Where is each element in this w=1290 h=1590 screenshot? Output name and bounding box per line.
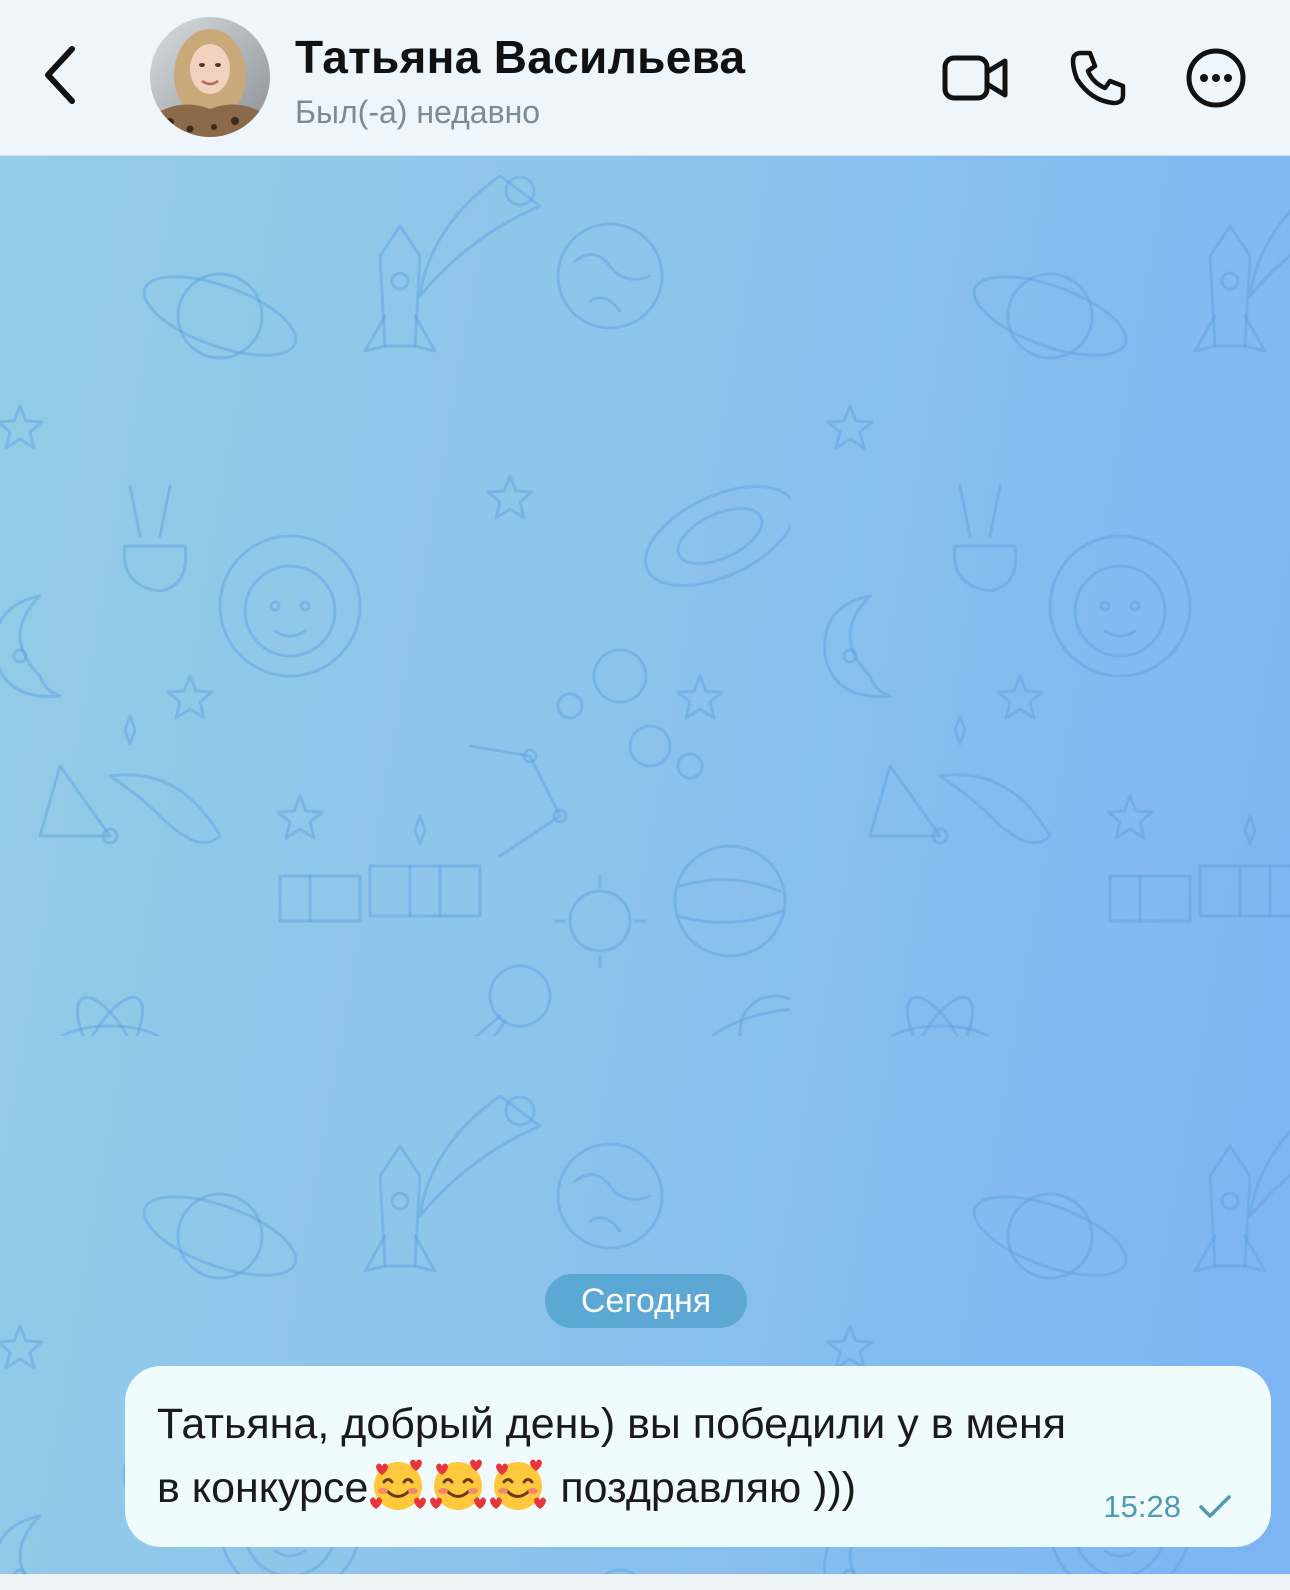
contact-name: Татьяна Васильева	[295, 31, 746, 83]
message-line-1: Татьяна, добрый день) вы победили у в ме…	[157, 1400, 1067, 1448]
message-line-2-suffix: поздравляю )))	[548, 1464, 857, 1512]
smiling-face-with-hearts-icon	[428, 1456, 488, 1512]
contact-status: Был(-а) недавно	[295, 94, 541, 130]
chat-header: Татьяна Васильева Был(-а) недавно	[0, 0, 1290, 156]
video-camera-icon	[942, 55, 1008, 101]
space-doodle-wallpaper	[0, 156, 1290, 1574]
title-block[interactable]: Татьяна Васильева Был(-а) недавно	[295, 30, 745, 131]
checkmark-icon	[1199, 1495, 1231, 1518]
message-line-2-prefix: в конкурсе	[157, 1464, 369, 1512]
voice-call-button[interactable]	[1062, 42, 1134, 114]
avatar[interactable]	[150, 17, 270, 137]
chevron-left-icon	[45, 46, 75, 104]
video-call-button[interactable]	[940, 42, 1012, 114]
message-text: Татьяна, добрый день) вы победили у в ме…	[157, 1392, 1247, 1520]
more-options-button[interactable]	[1180, 42, 1252, 114]
date-separator: Сегодня	[545, 1274, 747, 1328]
message-meta: 15:28	[1103, 1489, 1233, 1525]
chat-area[interactable]: Сегодня Татьяна, добрый день) вы победил…	[0, 156, 1290, 1574]
smiling-face-with-hearts-icon	[368, 1456, 428, 1512]
more-icon	[1186, 48, 1246, 108]
phone-icon	[1070, 50, 1126, 106]
back-button[interactable]	[30, 40, 90, 110]
message-time: 15:28	[1103, 1489, 1181, 1524]
smiling-face-with-hearts-icon	[488, 1456, 548, 1512]
message-bubble[interactable]: Татьяна, добрый день) вы победили у в ме…	[125, 1366, 1271, 1547]
bottom-bar	[0, 1574, 1290, 1590]
avatar-photo	[150, 17, 270, 137]
